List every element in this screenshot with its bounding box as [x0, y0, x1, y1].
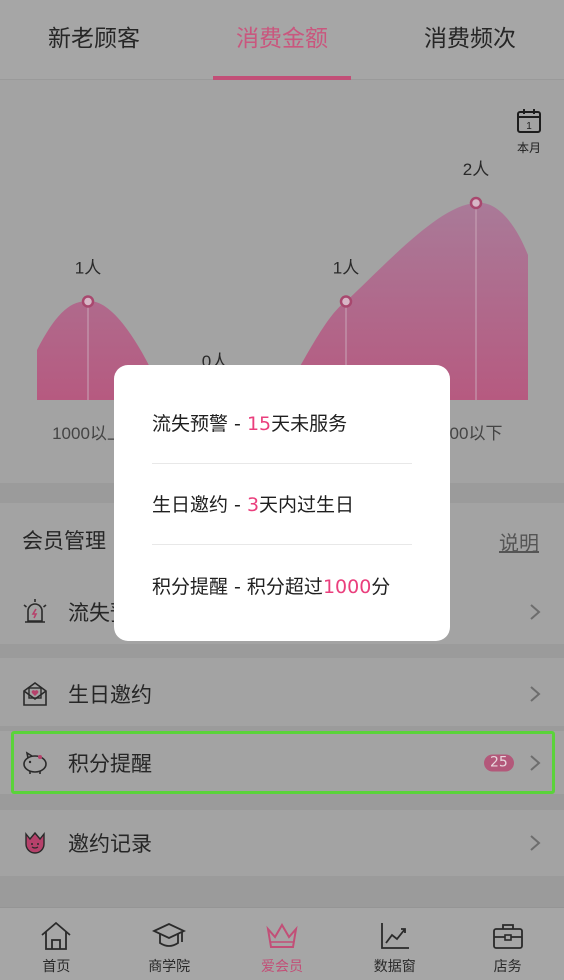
chart-data-label: 1人 — [333, 259, 359, 278]
chart-point[interactable] — [81, 295, 95, 308]
top-tabs: 新老顾客 消费金额 消费频次 — [0, 0, 564, 80]
chart-icon — [380, 923, 409, 949]
alarm-light-icon — [23, 599, 47, 623]
modal-highlight-value: 3 — [246, 494, 260, 516]
modal-text: 天未服务 — [271, 413, 348, 435]
chevron-right-icon — [530, 604, 541, 620]
calendar-icon[interactable]: 1 — [512, 108, 546, 138]
tabbar-academy[interactable]: 商学院 — [113, 908, 226, 980]
modal-text: 流失预警 - — [152, 413, 247, 435]
tabbar-store[interactable]: 店务 — [451, 908, 564, 980]
modal-item-birthday[interactable]: 生日邀约 - 3天内过生日 — [152, 490, 354, 517]
member-rules-modal: 流失预警 - 15天未服务 生日邀约 - 3天内过生日 积分提醒 - 积分超过1… — [114, 365, 450, 641]
calendar-day-number: 1 — [526, 121, 532, 132]
modal-text: 生日邀约 - — [152, 494, 247, 516]
modal-item-churn[interactable]: 流失预警 - 15天未服务 — [152, 409, 347, 436]
modal-divider — [152, 463, 412, 464]
tabbar-data[interactable]: 数据窗 — [338, 908, 451, 980]
chart-category-label: 00以下 — [450, 424, 503, 443]
tabbar-label: 店务 — [493, 959, 522, 975]
chart-data-label: 2人 — [463, 160, 489, 179]
tab-spending-frequency[interactable]: 消费频次 — [376, 0, 564, 80]
row-divider — [0, 794, 564, 810]
calendar-label[interactable]: 本月 — [512, 139, 546, 156]
section-title: 会员管理 — [22, 529, 106, 553]
selection-highlight — [11, 731, 555, 794]
modal-text: 天内过生日 — [259, 494, 355, 516]
tab-spending-amount[interactable]: 消费金额 — [188, 0, 376, 80]
tabbar-home[interactable]: 首页 — [0, 908, 113, 980]
row-label: 生日邀约 — [68, 683, 152, 707]
row-birthday-invite[interactable]: 生日邀约 — [0, 662, 564, 726]
row-label: 邀约记录 — [68, 832, 152, 856]
bottom-tab-bar: 首页 商学院 爱会员 数据窗 店务 — [0, 907, 564, 980]
crown-icon — [266, 923, 298, 948]
chevron-right-icon — [530, 835, 541, 851]
modal-text: 分 — [371, 576, 391, 598]
chevron-right-icon — [530, 686, 541, 702]
tabbar-label: 商学院 — [148, 959, 191, 975]
home-icon — [41, 921, 71, 950]
row-invite-records[interactable]: 邀约记录 — [0, 810, 564, 876]
explain-link[interactable]: 说明 — [499, 527, 539, 556]
row-divider — [0, 644, 564, 658]
tab-new-old-customers[interactable]: 新老顾客 — [0, 0, 188, 80]
chart-data-label: 1人 — [75, 259, 101, 278]
active-tab-indicator — [213, 76, 351, 80]
chart-point[interactable] — [339, 295, 353, 308]
modal-text: 积分提醒 - 积分超过 — [152, 576, 323, 598]
chart-point[interactable] — [469, 196, 483, 210]
modal-item-points[interactable]: 积分提醒 - 积分超过1000分 — [152, 572, 390, 599]
briefcase-icon — [492, 924, 523, 949]
tabbar-label: 爱会员 — [260, 959, 303, 975]
modal-divider — [152, 544, 412, 545]
row-divider — [0, 876, 564, 907]
tabbar-label: 数据窗 — [373, 959, 416, 975]
tulip-icon — [25, 831, 45, 854]
heart-envelope-icon — [23, 682, 47, 706]
tabbar-label: 首页 — [42, 959, 71, 975]
tabbar-love-member[interactable]: 爱会员 — [226, 908, 339, 980]
modal-highlight-value: 15 — [246, 413, 272, 435]
graduation-cap-icon — [152, 923, 187, 947]
modal-highlight-value: 1000 — [322, 576, 372, 598]
